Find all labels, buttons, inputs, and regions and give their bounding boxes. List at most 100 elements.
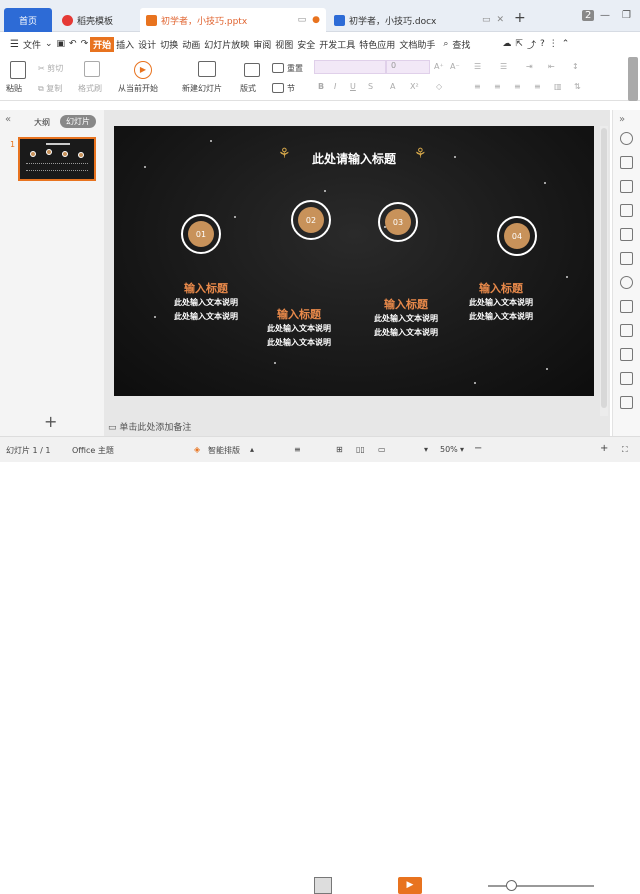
fit-window-icon[interactable]: ⛶ — [622, 445, 628, 455]
format-painter-icon[interactable] — [84, 61, 100, 77]
point-description[interactable]: 此处输入文本说明 — [156, 311, 256, 322]
design-icon[interactable] — [620, 132, 633, 145]
underline-icon[interactable]: U — [350, 82, 356, 91]
cut-button[interactable]: ✂ 剪切 — [38, 63, 63, 74]
slide-thumbnail[interactable] — [18, 137, 96, 181]
more-icon[interactable]: ⋮ — [547, 39, 560, 49]
play-icon[interactable]: ▶ — [134, 61, 152, 79]
zoom-slider-track[interactable] — [488, 885, 594, 887]
menu-home[interactable]: 开始 — [90, 36, 115, 52]
resize-icon[interactable] — [620, 372, 633, 385]
layout-icon[interactable] — [244, 63, 260, 77]
section-icon[interactable] — [272, 83, 284, 93]
numbered-list-icon[interactable]: ☰ — [500, 62, 507, 71]
tab-outline[interactable]: 大纲 — [34, 117, 50, 128]
reset-icon[interactable] — [272, 63, 284, 73]
menu-animation[interactable]: 动画 — [180, 38, 202, 51]
cloud-icon[interactable]: ☁ — [500, 39, 513, 49]
font-size-select[interactable]: 0 — [386, 60, 430, 74]
zoom-level[interactable]: 50% — [440, 445, 458, 454]
indent-icon[interactable]: ⇥ — [526, 62, 533, 71]
menu-transitions[interactable]: 切换 — [158, 38, 180, 51]
line-spacing-icon[interactable]: ↕ — [572, 62, 579, 71]
zoom-out-button[interactable]: − — [474, 443, 482, 454]
restore-icon[interactable]: ❐ — [622, 10, 631, 21]
bullet-list-icon[interactable]: ☰ — [474, 62, 481, 71]
tables-icon[interactable] — [620, 228, 633, 241]
paste-icon[interactable] — [10, 61, 26, 79]
format-painter-button[interactable]: 格式刷 — [78, 83, 102, 94]
menu-view[interactable]: 视图 — [273, 38, 295, 51]
menu-developer[interactable]: 开发工具 — [317, 38, 357, 51]
menu-slideshow[interactable]: 幻灯片放映 — [202, 38, 251, 51]
columns-icon[interactable]: ▥ — [554, 82, 562, 91]
scrollbar-thumb[interactable] — [601, 128, 607, 408]
slide-title[interactable]: 此处请输入标题 — [114, 150, 594, 167]
tab-templates[interactable]: 稻壳模板 — [56, 8, 138, 32]
zoom-dropdown-icon[interactable]: ▾ — [460, 445, 464, 454]
superscript-icon[interactable]: X² — [410, 82, 419, 91]
smart-layout-button[interactable]: 智能排版 — [208, 445, 240, 456]
copy-button[interactable]: ⧉ 复制 — [38, 83, 62, 94]
help-icon[interactable]: ? — [538, 39, 547, 49]
point-description[interactable]: 此处输入文本说明 — [356, 327, 456, 338]
monitor-icon[interactable]: ▭ — [482, 15, 491, 25]
layout-button[interactable]: 版式 — [240, 83, 256, 94]
fit-view-icon[interactable]: ▭ — [378, 445, 386, 454]
slide-canvas[interactable]: ⚘ 此处请输入标题 ⚘ 01 输入标题 此处输入文本说明 此处输入文本说明 02… — [114, 126, 594, 396]
menu-security[interactable]: 安全 — [295, 38, 317, 51]
menu-review[interactable]: 审阅 — [251, 38, 273, 51]
point-description[interactable]: 此处输入文本说明 — [249, 337, 349, 348]
point-description[interactable]: 此处输入文本说明 — [249, 323, 349, 334]
menu-doc-assistant[interactable]: 文档助手 — [397, 38, 437, 51]
notes-toggle-icon[interactable]: ≡ — [294, 445, 301, 454]
tab-home[interactable]: 首页 — [4, 8, 52, 32]
share-icon[interactable]: ⇱ — [513, 39, 525, 49]
point-title[interactable]: 输入标题 — [249, 306, 349, 322]
tab-doc-document[interactable]: 初学者，小技巧.docx ▭ ✕ — [328, 8, 510, 32]
search-button[interactable]: 查找 — [450, 38, 472, 51]
zoom-in-button[interactable]: + — [600, 443, 608, 454]
slides-library-icon[interactable] — [620, 156, 633, 169]
canvas-scrollbar[interactable] — [600, 126, 608, 416]
point-title[interactable]: 输入标题 — [156, 280, 256, 296]
play-slideshow-button[interactable]: ▶ — [398, 877, 422, 894]
shapes-icon[interactable] — [620, 180, 633, 193]
normal-view-button[interactable] — [314, 877, 332, 894]
collapse-ribbon-icon[interactable]: ⌃ — [560, 39, 572, 49]
chevron-down-icon[interactable]: ⌄ — [43, 39, 55, 49]
clear-format-icon[interactable]: ◇ — [436, 82, 442, 91]
menu-features[interactable]: 特色应用 — [357, 38, 397, 51]
undo-icon[interactable]: ↶ — [67, 39, 79, 49]
font-family-select[interactable] — [314, 60, 386, 74]
bold-icon[interactable]: B — [318, 82, 324, 91]
increase-font-icon[interactable]: A⁺ — [434, 62, 444, 71]
collapse-panel-icon[interactable]: « — [5, 114, 11, 125]
new-tab-button[interactable]: + — [514, 10, 526, 26]
search-icon[interactable]: ⌕ — [441, 39, 450, 49]
reading-view-icon[interactable]: ▯▯ — [356, 445, 365, 454]
hamburger-icon[interactable]: ☰ — [8, 39, 21, 50]
point-title[interactable]: 输入标题 — [451, 280, 551, 296]
paste-button[interactable]: 粘贴 — [6, 83, 22, 94]
slideshow-options-icon[interactable]: ▾ — [424, 445, 428, 454]
slide-sorter-icon[interactable]: ⊞ — [336, 445, 343, 454]
notes-panel-icon[interactable] — [620, 348, 633, 361]
align-left-icon[interactable]: ≡ — [474, 82, 481, 91]
unsaved-dot-icon[interactable]: ● — [312, 15, 320, 25]
reset-button[interactable]: 重置 — [287, 63, 303, 74]
expand-panel-icon[interactable]: » — [619, 114, 625, 125]
zoom-slider-thumb[interactable] — [506, 880, 517, 891]
sound-icon[interactable] — [620, 396, 633, 409]
text-effects-icon[interactable] — [620, 204, 633, 217]
save-icon[interactable]: ▣ — [55, 39, 68, 49]
point-description[interactable]: 此处输入文本说明 — [451, 311, 551, 322]
point-description[interactable]: 此处输入文本说明 — [156, 297, 256, 308]
decrease-font-icon[interactable]: A⁻ — [450, 62, 460, 71]
font-color-icon[interactable]: A — [390, 82, 395, 91]
point-description[interactable]: 此处输入文本说明 — [356, 313, 456, 324]
italic-icon[interactable]: I — [334, 82, 336, 91]
monitor-icon[interactable]: ▭ — [298, 15, 307, 25]
notes-area[interactable]: ▭ 单击此处添加备注 — [108, 420, 191, 433]
section-button[interactable]: 节 — [287, 83, 295, 94]
